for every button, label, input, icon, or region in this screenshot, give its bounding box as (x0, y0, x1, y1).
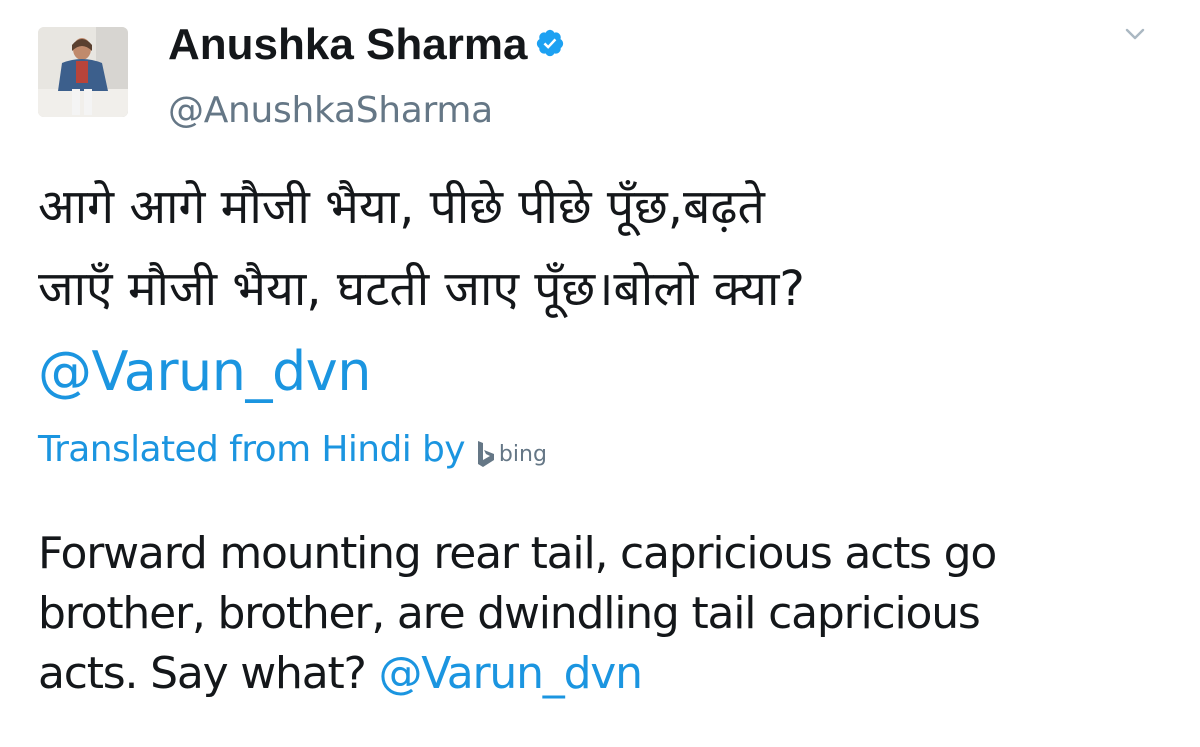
translated-text-line-2: brother, brother, are dwindling tail cap… (38, 588, 981, 639)
translated-text-line-3: acts. Say what? @Varun_dvn (38, 644, 1178, 704)
chevron-down-icon[interactable] (1124, 26, 1146, 42)
tweet-text: आगे आगे मौजी भैया, पीछे पीछे पूँछ,बढ़ते … (38, 166, 1178, 330)
tweet-text-line-2: जाएँ मौजी भैया, घटती जाए पूँछ।बोलो क्या? (38, 261, 805, 317)
bing-logo[interactable]: bing (475, 439, 547, 469)
author-name-text[interactable]: Anushka Sharma (168, 18, 527, 72)
translated-text-line-3-text: acts. Say what? (38, 648, 367, 699)
bing-icon (477, 441, 494, 467)
tweet-text-line-1: आगे आगे मौजी भैया, पीछे पीछे पूँछ,बढ़ते (38, 179, 765, 235)
translated-mention-link[interactable]: @Varun_dvn (378, 648, 643, 699)
translated-text: Forward mounting rear tail, capricious a… (38, 524, 1178, 704)
author-name[interactable]: Anushka Sharma (168, 18, 565, 72)
translated-from-label[interactable]: Translated from Hindi by (38, 424, 466, 476)
author-handle[interactable]: @AnushkaSharma (168, 87, 493, 135)
mention-link[interactable]: @Varun_dvn (38, 336, 371, 408)
tweet-card: Anushka Sharma @AnushkaSharma आगे आगे मौ… (0, 0, 1200, 747)
verified-badge-icon (537, 29, 564, 57)
translation-attribution: Translated from Hindi by bing (38, 424, 547, 476)
profile-photo-icon (38, 27, 128, 117)
translated-text-line-1: Forward mounting rear tail, capricious a… (38, 528, 997, 579)
avatar[interactable] (38, 27, 128, 117)
bing-wordmark: bing (498, 441, 547, 467)
